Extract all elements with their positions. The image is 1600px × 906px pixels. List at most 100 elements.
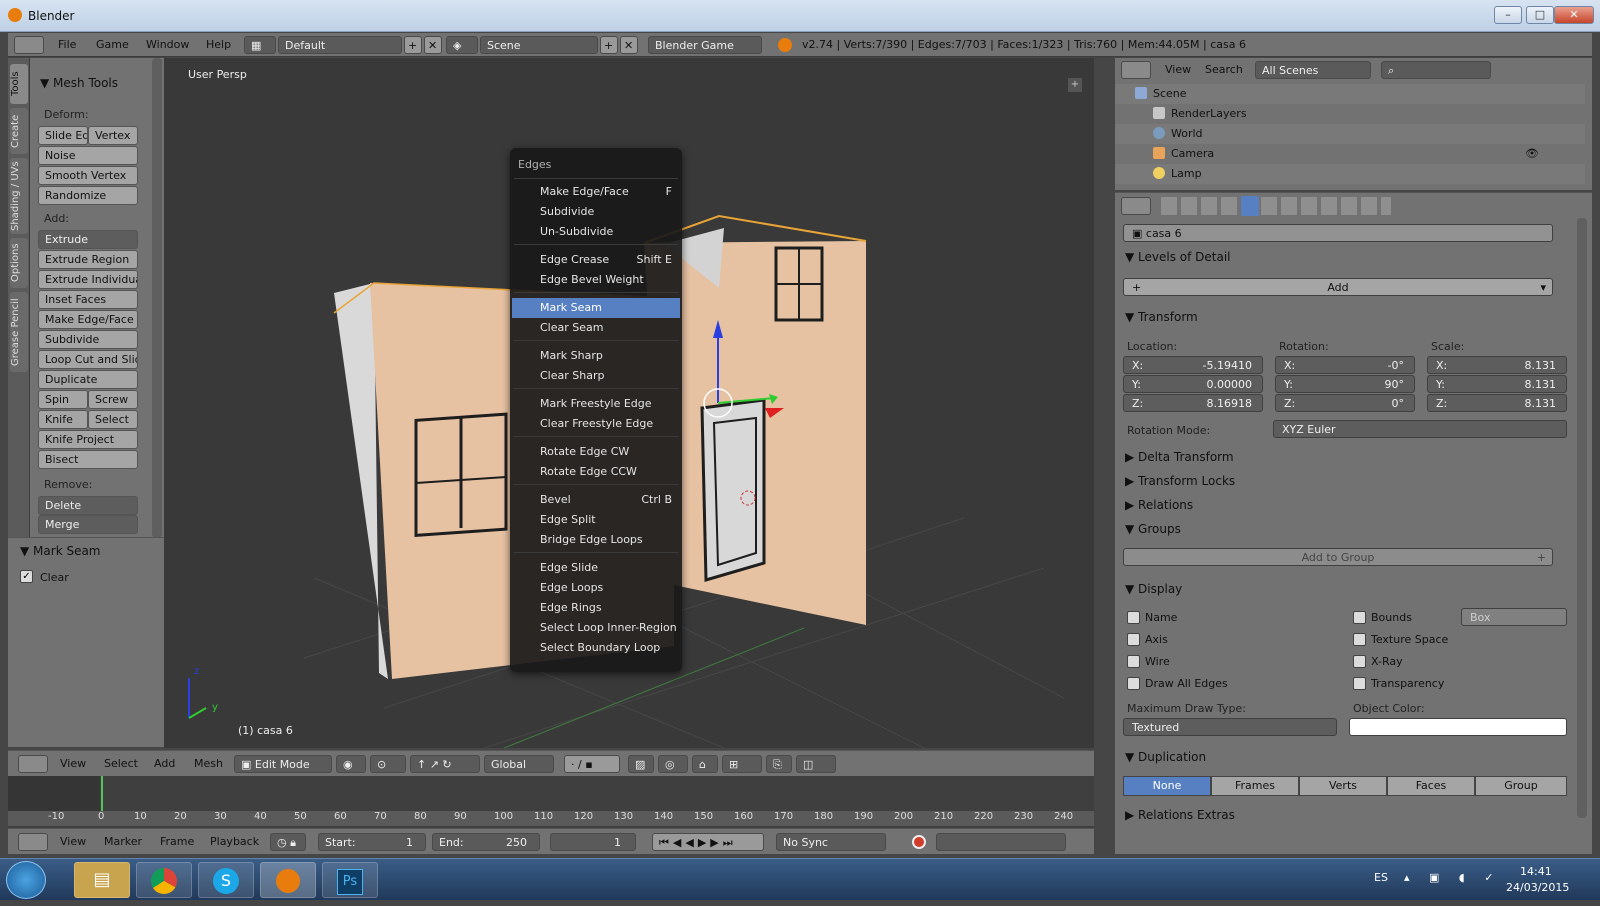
transform-locks-header[interactable]: ▶ Transform Locks (1125, 474, 1235, 488)
toolshelf-scrollbar[interactable] (152, 58, 162, 538)
clock-date[interactable]: 24/03/2015 (1506, 881, 1569, 894)
orientation-select[interactable]: Global (484, 755, 554, 773)
menu-item-select-boundary-loop[interactable]: Select Boundary Loop (512, 638, 680, 658)
duplicate-button[interactable]: Duplicate (38, 370, 138, 389)
menu-item-un-subdivide[interactable]: Un-Subdivide (512, 222, 680, 242)
display-wire-checkbox[interactable] (1127, 655, 1140, 668)
current-frame-field[interactable]: 1 (550, 833, 636, 851)
location-y-field[interactable]: Y: 0.00000 (1123, 375, 1263, 393)
duplication-header[interactable]: ▼ Duplication (1125, 750, 1206, 764)
menu-item-clear-seam[interactable]: Clear Seam (512, 318, 680, 338)
properties-context-tabs[interactable] (1161, 197, 1391, 215)
properties-toggle-icon[interactable]: + (1068, 78, 1082, 92)
display-axis-checkbox[interactable] (1127, 633, 1140, 646)
editor-type-icon[interactable] (14, 36, 44, 54)
knife-select-button[interactable]: Select (88, 410, 138, 429)
display-transparency-checkbox[interactable] (1353, 677, 1366, 690)
randomize-button[interactable]: Randomize (38, 186, 138, 205)
menu-item-mark-freestyle-edge[interactable]: Mark Freestyle Edge (512, 394, 680, 414)
tab-grease-pencil[interactable]: Grease Pencil (10, 292, 28, 372)
menu-item-edge-loops[interactable]: Edge Loops (512, 578, 680, 598)
mark-seam-header[interactable]: ▼ Mark Seam (20, 544, 101, 558)
menu-add[interactable]: Add (154, 757, 175, 770)
select-mode-icons[interactable]: · / ▪ (564, 755, 620, 773)
menu-item-edge-bevel-weight[interactable]: Edge Bevel Weight (512, 270, 680, 290)
editor-type-3d-icon[interactable] (18, 755, 48, 773)
delete-select[interactable]: Delete (38, 496, 138, 515)
menu-item-edge-slide[interactable]: Edge Slide (512, 558, 680, 578)
make-edge-face-button[interactable]: Make Edge/Face (38, 310, 138, 329)
occlude-geometry-icon[interactable]: ▨ (628, 755, 654, 773)
scene-field[interactable]: Scene (480, 36, 598, 54)
menu-item-clear-sharp[interactable]: Clear Sharp (512, 366, 680, 386)
scene-icon[interactable]: ◈ (446, 36, 478, 54)
rotation-y-field[interactable]: Y: 90° (1275, 375, 1415, 393)
slide-vertex-button[interactable]: Vertex (88, 126, 138, 145)
menu-item-rotate-edge-cw[interactable]: Rotate Edge CW (512, 442, 680, 462)
menu-item-rotate-edge-ccw[interactable]: Rotate Edge CCW (512, 462, 680, 482)
tab-shading-uvs[interactable]: Shading / UVs (10, 158, 28, 234)
timeline-menu-frame[interactable]: Frame (160, 835, 194, 848)
menu-item-edge-rings[interactable]: Edge Rings (512, 598, 680, 618)
menu-view[interactable]: View (60, 757, 86, 770)
menu-item-subdivide[interactable]: Subdivide (512, 202, 680, 222)
rotation-x-field[interactable]: X: -0° (1275, 356, 1415, 374)
menu-item-mark-sharp[interactable]: Mark Sharp (512, 346, 680, 366)
shading-mode-icon[interactable]: ◉ (336, 755, 366, 773)
scale-x-field[interactable]: X: 8.131 (1427, 356, 1567, 374)
outliner-search-input[interactable]: ⌕ (1381, 61, 1491, 79)
explorer-taskbar-icon[interactable]: ▤ (74, 862, 130, 898)
photoshop-taskbar-icon[interactable]: Ps (322, 862, 378, 898)
menu-file[interactable]: File (58, 38, 76, 51)
rotation-z-field[interactable]: Z: 0° (1275, 394, 1415, 412)
screw-button[interactable]: Screw (88, 390, 138, 409)
outliner-row-renderlayers[interactable]: RenderLayers (1115, 104, 1585, 124)
delta-transform-header[interactable]: ▶ Delta Transform (1125, 450, 1234, 464)
scale-z-field[interactable]: Z: 8.131 (1427, 394, 1567, 412)
merge-select[interactable]: Merge (38, 515, 138, 534)
tab-create[interactable]: Create (10, 108, 28, 154)
object-color-swatch[interactable] (1349, 718, 1567, 736)
subdivide-button[interactable]: Subdivide (38, 330, 138, 349)
menu-item-bridge-edge-loops[interactable]: Bridge Edge Loops (512, 530, 680, 550)
outliner-row-scene[interactable]: Scene (1115, 84, 1585, 104)
maximize-button[interactable]: □ (1526, 6, 1554, 24)
skype-taskbar-icon[interactable]: S (198, 862, 254, 898)
close-window-button[interactable]: ✕ (1554, 6, 1594, 24)
proportional-edit-icon[interactable]: ◎ (658, 755, 688, 773)
outliner-row-camera[interactable]: Camera 👁︎ (1115, 144, 1585, 164)
noise-button[interactable]: Noise (38, 146, 138, 165)
menu-item-edge-crease[interactable]: Edge Crease Shift E (512, 250, 680, 270)
extrude-region-button[interactable]: Extrude Region (38, 250, 138, 269)
tab-options[interactable]: Options (10, 238, 28, 288)
timeline-menu-marker[interactable]: Marker (104, 835, 142, 848)
display-xray-checkbox[interactable] (1353, 655, 1366, 668)
minimize-button[interactable]: – (1494, 6, 1522, 24)
start-button[interactable] (6, 861, 46, 899)
mode-select[interactable]: ▣ Edit Mode (234, 755, 332, 773)
bisect-button[interactable]: Bisect (38, 450, 138, 469)
chrome-taskbar-icon[interactable] (136, 862, 192, 898)
relations-header[interactable]: ▶ Relations (1125, 498, 1193, 512)
timeline-menu-view[interactable]: View (60, 835, 86, 848)
lod-panel-header[interactable]: ▼ Levels of Detail (1125, 250, 1231, 264)
menu-help[interactable]: Help (206, 38, 231, 51)
knife-project-button[interactable]: Knife Project (38, 430, 138, 449)
extrude-select[interactable]: Extrude (38, 230, 138, 249)
record-icon[interactable] (912, 835, 926, 849)
location-x-field[interactable]: X: -5.19410 (1123, 356, 1263, 374)
display-header[interactable]: ▼ Display (1125, 582, 1182, 596)
extrude-individual-button[interactable]: Extrude Individual (38, 270, 138, 289)
tab-tools[interactable]: Tools (10, 64, 28, 104)
timeline[interactable]: -10 0 10 20 30 40 50 60 70 80 90 100 110… (8, 776, 1094, 828)
properties-scrollbar[interactable] (1577, 218, 1587, 818)
menu-select[interactable]: Select (104, 757, 138, 770)
clear-checkbox[interactable]: ✓ (20, 570, 33, 583)
snap-element-icon[interactable]: ⊞ (722, 755, 762, 773)
bounds-type-select[interactable]: Box (1461, 608, 1567, 626)
screen-layout-icon[interactable]: ▦ (244, 36, 276, 54)
blender-taskbar-icon[interactable] (260, 862, 316, 898)
menu-item-select-loop-inner-region[interactable]: Select Loop Inner-Region (512, 618, 680, 638)
menu-item-make-edge-face[interactable]: Make Edge/Face F (512, 182, 680, 202)
timeline-menu-playback[interactable]: Playback (210, 835, 259, 848)
